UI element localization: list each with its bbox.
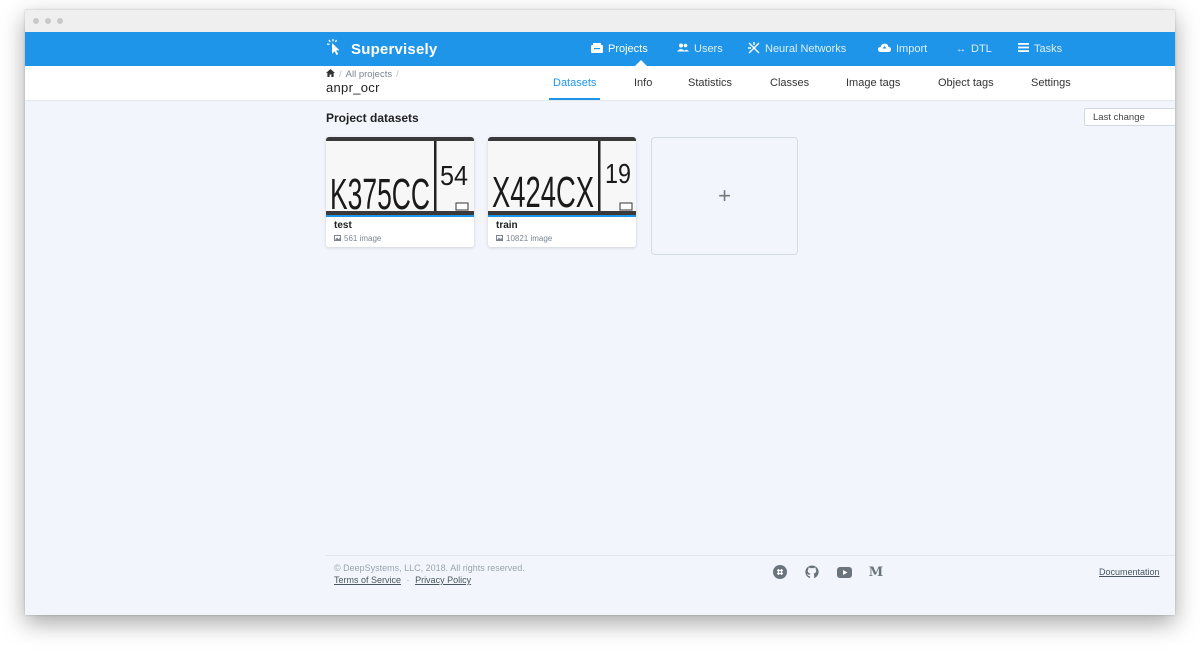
tab-info[interactable]: Info [634, 66, 652, 100]
footer-divider [326, 555, 1175, 556]
dataset-name: train [496, 220, 518, 231]
github-icon[interactable] [803, 563, 821, 581]
tab-image-tags[interactable]: Image tags [846, 66, 900, 100]
sort-select[interactable]: Last change [1084, 108, 1175, 126]
nav-users-label: Users [694, 43, 723, 55]
window-maximize-dot[interactable] [57, 18, 63, 24]
footer-link-separator: · [406, 575, 410, 585]
nav-tasks[interactable]: Tasks [1018, 32, 1062, 66]
image-icon [334, 234, 341, 243]
medium-icon[interactable]: M [867, 563, 885, 581]
tab-settings[interactable]: Settings [1031, 66, 1071, 100]
privacy-link[interactable]: Privacy Policy [415, 575, 471, 585]
nav-import[interactable]: Import [878, 32, 927, 66]
image-icon [496, 234, 503, 243]
window-minimize-dot[interactable] [45, 18, 51, 24]
dataset-card-test[interactable]: K375CC 54 test 561 image [326, 137, 474, 247]
users-icon [677, 43, 689, 55]
nav-tasks-label: Tasks [1034, 43, 1063, 55]
active-tab-indicator [549, 98, 601, 100]
plate-region: 54 [440, 160, 468, 191]
terms-link[interactable]: Terms of Service [334, 575, 401, 585]
dataset-card-train[interactable]: X424CX 19 train 10821 image [488, 137, 636, 247]
top-navbar: Supervisely Projects Users Neural Networ… [25, 32, 1175, 66]
tab-statistics-label: Statistics [688, 77, 733, 89]
dataset-count-text: 10821 image [506, 234, 553, 243]
tab-image-tags-label: Image tags [846, 77, 901, 89]
nav-dtl[interactable]: ↔ DTL [956, 32, 992, 66]
neural-networks-icon [748, 41, 760, 57]
tab-object-tags[interactable]: Object tags [938, 66, 994, 100]
social-links: M [771, 563, 885, 581]
add-dataset-button[interactable]: + [651, 137, 798, 255]
cloud-upload-icon [878, 43, 891, 55]
window-close-dot[interactable] [33, 18, 39, 24]
app-name: Supervisely [351, 40, 438, 58]
tab-classes[interactable]: Classes [770, 66, 809, 100]
breadcrumb: / All projects / [326, 69, 399, 80]
arrows-icon: ↔ [956, 43, 966, 55]
nav-projects-label: Projects [608, 43, 648, 55]
footer-links: Terms of Service · Privacy Policy [334, 575, 471, 585]
project-name: anpr_ocr [326, 80, 380, 95]
tab-info-label: Info [634, 77, 653, 89]
tab-classes-label: Classes [770, 77, 810, 89]
section-title: Project datasets [326, 111, 419, 125]
list-icon [1018, 43, 1029, 55]
dataset-thumbnail: K375CC 54 [326, 137, 474, 217]
sort-select-value: Last change [1093, 112, 1145, 123]
breadcrumb-separator: / [396, 69, 399, 80]
app-logo[interactable]: Supervisely [326, 32, 437, 66]
app-window: Supervisely Projects Users Neural Networ… [25, 10, 1175, 615]
youtube-icon[interactable] [835, 563, 853, 581]
nav-users[interactable]: Users [677, 32, 723, 66]
breadcrumb-separator: / [339, 69, 342, 80]
medium-icon-letter: M [868, 564, 884, 580]
slack-icon[interactable] [771, 563, 789, 581]
tab-statistics[interactable]: Statistics [688, 66, 732, 100]
nav-import-label: Import [896, 43, 928, 55]
logo-icon [326, 38, 342, 60]
tab-settings-label: Settings [1031, 77, 1071, 89]
plate-text: X424CX [492, 168, 594, 215]
projects-icon [591, 42, 603, 56]
dataset-image-count: 10821 image [496, 234, 552, 243]
plate-text: K375CC [330, 170, 430, 215]
nav-dtl-label: DTL [971, 43, 992, 55]
tab-datasets-label: Datasets [553, 77, 597, 89]
home-icon[interactable] [326, 69, 335, 80]
tab-object-tags-label: Object tags [938, 77, 994, 89]
footer-copyright: © DeepSystems, LLC, 2018. All rights res… [334, 563, 525, 573]
dataset-image-count: 561 image [334, 234, 381, 243]
dataset-name: test [334, 220, 352, 231]
plus-icon: + [718, 183, 731, 208]
nav-neural-networks[interactable]: Neural Networks [748, 32, 846, 66]
dataset-thumbnail: X424CX 19 [488, 137, 636, 217]
nav-neural-networks-label: Neural Networks [765, 43, 847, 55]
tab-datasets[interactable]: Datasets [549, 66, 601, 100]
dataset-count-text: 561 image [344, 234, 382, 243]
breadcrumb-all-projects[interactable]: All projects [346, 69, 392, 80]
window-titlebar [25, 10, 1175, 32]
project-header: / All projects / anpr_ocr Datasets Info … [25, 66, 1175, 101]
documentation-link[interactable]: Documentation [1099, 567, 1160, 577]
plate-region: 19 [605, 158, 631, 189]
nav-projects[interactable]: Projects [591, 32, 648, 66]
